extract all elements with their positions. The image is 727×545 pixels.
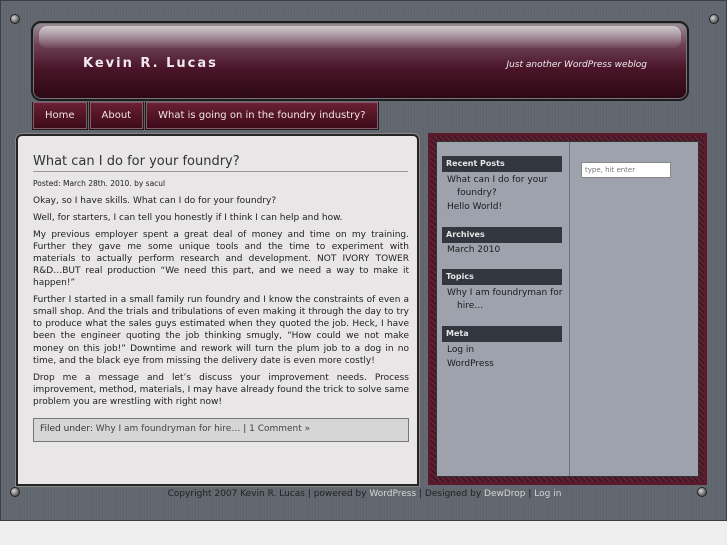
- main-nav: Home About What is going on in the found…: [32, 102, 380, 130]
- post-footer: Filed under: Why I am foundryman for hir…: [33, 418, 409, 442]
- topic-link-cont[interactable]: hire…: [457, 300, 483, 313]
- post-title[interactable]: What can I do for your foundry?: [33, 154, 408, 172]
- site-tagline: Just another WordPress weblog: [506, 60, 647, 70]
- site-footer: Copyright 2007 Kevin R. Lucas | powered …: [1, 485, 727, 503]
- recent-post-link[interactable]: What can I do for your: [447, 174, 548, 187]
- content-area: What can I do for your foundry? Posted: …: [16, 134, 419, 486]
- login-link[interactable]: Log in: [447, 344, 474, 357]
- footer-designed-by: | Designed by: [416, 489, 485, 499]
- post-paragraph: Okay, so I have skills. What can I do fo…: [33, 196, 277, 206]
- topics-heading: Topics: [442, 269, 562, 285]
- post-paragraph: Further I started in a small family run …: [33, 295, 409, 366]
- sidebar: Recent Posts What can I do for your foun…: [428, 133, 707, 485]
- topic-link[interactable]: Why I am foundryman for: [447, 287, 563, 300]
- footer-wordpress-link[interactable]: WordPress: [369, 489, 416, 499]
- recent-posts-heading: Recent Posts: [442, 156, 562, 172]
- archive-link[interactable]: March 2010: [447, 244, 500, 257]
- filed-under-label: Filed under:: [40, 424, 96, 434]
- footer-login-link[interactable]: Log in: [534, 489, 561, 499]
- search-input[interactable]: [581, 162, 671, 178]
- post-paragraph: My previous employer spent a great deal …: [33, 230, 409, 289]
- footer-copyright: Copyright 2007 Kevin R. Lucas | powered …: [167, 489, 370, 499]
- wordpress-link[interactable]: WordPress: [447, 358, 494, 371]
- nav-about[interactable]: About: [88, 102, 145, 130]
- footer-dewdrop-link[interactable]: DewDrop: [484, 489, 525, 499]
- comments-link[interactable]: 1 Comment »: [249, 424, 310, 434]
- filed-separator: |: [240, 424, 250, 434]
- site-header: Kevin R. Lucas Just another WordPress we…: [31, 21, 689, 101]
- recent-post-link-hello[interactable]: Hello World!: [447, 201, 502, 214]
- rivet-top-right: [709, 14, 719, 24]
- rivet-top-left: [10, 14, 20, 24]
- category-link[interactable]: Why I am foundryman for hire…: [96, 424, 241, 434]
- post-body: Okay, so I have skills. What can I do fo…: [33, 195, 409, 413]
- page-frame: Kevin R. Lucas Just another WordPress we…: [0, 0, 727, 521]
- footer-separator: |: [525, 489, 535, 499]
- sidebar-panel: Recent Posts What can I do for your foun…: [436, 141, 699, 477]
- post-paragraph: Well, for starters, I can tell you hones…: [33, 213, 343, 224]
- nav-foundry-industry[interactable]: What is going on in the foundry industry…: [145, 102, 379, 130]
- header-shine: [39, 26, 681, 48]
- nav-home[interactable]: Home: [32, 102, 88, 130]
- post-meta: Posted: March 28th. 2010. by sacul: [33, 179, 166, 188]
- archives-heading: Archives: [442, 227, 562, 243]
- sidebar-divider: [569, 142, 570, 476]
- meta-heading: Meta: [442, 326, 562, 342]
- recent-post-link-cont[interactable]: foundry?: [457, 187, 497, 200]
- site-title[interactable]: Kevin R. Lucas: [83, 56, 218, 71]
- post-paragraph: Drop me a message and let’s discuss your…: [33, 372, 409, 407]
